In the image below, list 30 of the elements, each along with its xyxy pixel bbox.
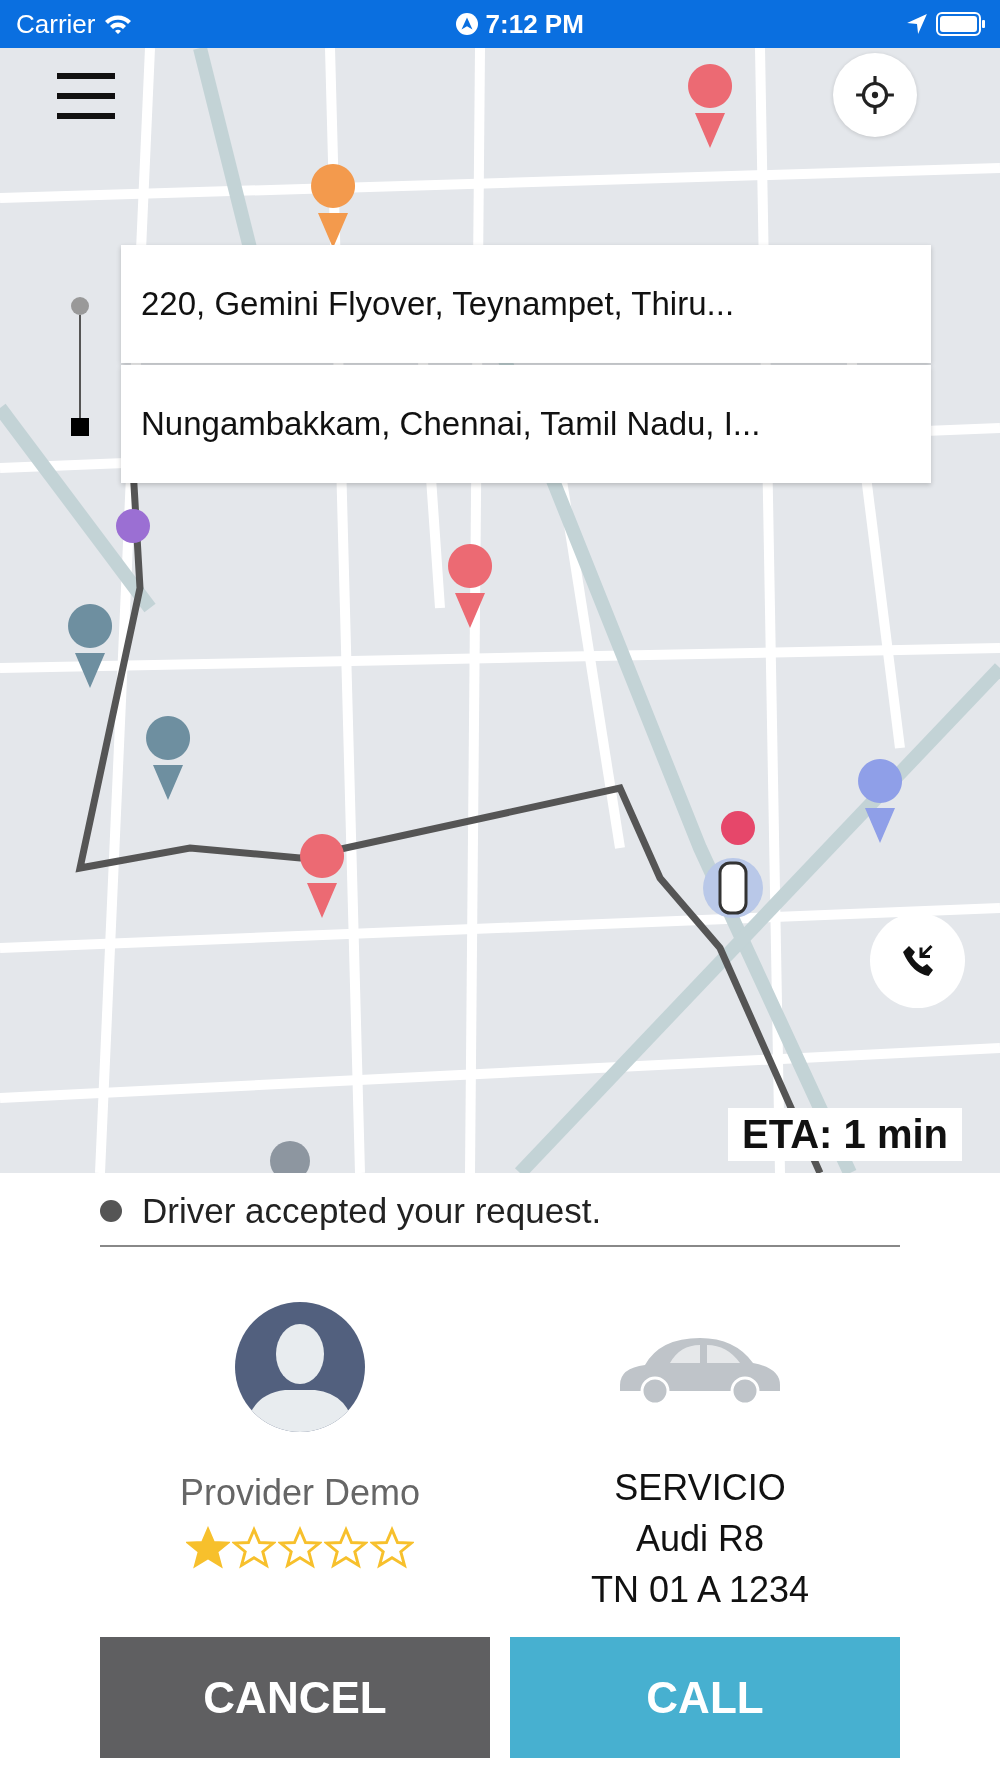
destination-point-icon xyxy=(721,811,755,845)
status-dot-icon xyxy=(100,1200,122,1222)
crosshair-icon xyxy=(854,74,896,116)
address-field[interactable]: 220, Gemini Flyover, Teynampet, Thiru... xyxy=(121,245,931,363)
map-pin-icon xyxy=(146,716,191,800)
map-pin-icon xyxy=(688,64,733,148)
map-pin-icon xyxy=(68,604,113,688)
cancel-button[interactable]: CANCEL xyxy=(100,1637,490,1758)
carrier-label: Carrier xyxy=(16,8,96,40)
license-plate: TN 01 A 1234 xyxy=(590,1568,810,1612)
trip-status-text: Driver accepted your request. xyxy=(142,1191,602,1231)
menu-icon[interactable] xyxy=(57,73,115,119)
map-pin-icon xyxy=(858,759,903,843)
map-pin-icon xyxy=(311,164,356,248)
location-arrow-icon xyxy=(906,13,928,35)
start-point-icon xyxy=(116,509,150,543)
battery-icon xyxy=(936,12,986,36)
eta-label: ETA: 1 min xyxy=(728,1108,962,1161)
car-marker-icon xyxy=(703,858,763,918)
route-marker-icon xyxy=(70,296,90,436)
map-pin-icon xyxy=(300,834,345,918)
navigation-icon xyxy=(455,13,478,35)
vehicle-model: Audi R8 xyxy=(635,1517,765,1561)
clock-time: 7:12 PM xyxy=(485,8,584,40)
map-pin-icon xyxy=(448,544,493,628)
address-field[interactable]: Nungambakkam, Chennai, Tamil Nadu, I... xyxy=(121,365,931,483)
map-poi-icon xyxy=(270,1141,310,1173)
driver-name: Provider Demo xyxy=(179,1472,421,1514)
wifi-icon xyxy=(103,13,134,35)
service-name: SERVICIO xyxy=(614,1466,786,1510)
